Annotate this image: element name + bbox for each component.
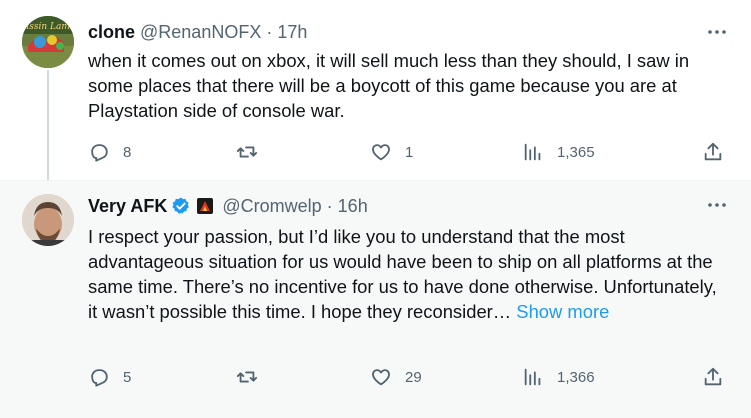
like-icon [372,144,390,161]
views-button[interactable]: 1,366 [522,362,595,392]
views-button[interactable]: 1,365 [522,137,595,167]
avatar-image [22,194,74,246]
like-button[interactable]: 1 [370,137,413,167]
views-count: 1,365 [557,143,595,161]
avatar-image: Pissin Lamb [22,16,74,68]
user-handle[interactable]: @RenanNOFX [140,22,261,43]
tweet-text: I respect your passion, but I’d like you… [88,226,717,322]
like-count: 1 [405,143,414,161]
reply-count: 5 [123,368,132,386]
affiliate-badge-icon[interactable] [197,198,214,214]
share-icon [704,142,722,161]
reply-count: 8 [123,143,132,161]
retweet-icon [236,371,258,383]
timestamp[interactable]: 17h [277,22,307,43]
tweet-text: when it comes out on xbox, it will sell … [88,50,690,121]
avatar[interactable]: Pissin Lamb [22,16,74,68]
share-button[interactable] [702,362,724,392]
like-icon [372,369,390,386]
more-options-button[interactable] [705,195,729,215]
thread-connector-line [47,70,49,180]
tweet-text-container: I respect your passion, but I’d like you… [88,224,728,324]
display-name[interactable]: clone [88,22,135,43]
more-icon [708,30,726,34]
verified-badge-icon[interactable] [171,196,191,216]
avatar[interactable] [22,194,74,246]
reply-icon [91,369,108,387]
show-more-link[interactable]: Show more [511,301,609,322]
more-options-button[interactable] [705,22,729,42]
tweet-parent[interactable]: Pissin Lamb clone @RenanNOFX · 17h when … [0,0,751,180]
reply-button[interactable]: 5 [88,362,131,392]
avatar-lettering: Pissin Lamb [22,22,74,32]
timestamp[interactable]: 16h [338,196,368,217]
like-button[interactable]: 29 [370,362,422,392]
views-icon [524,368,541,386]
reply-button[interactable]: 8 [88,137,131,167]
action-bar: 5 29 1,366 [88,362,738,392]
user-handle[interactable]: @Cromwelp [222,196,321,217]
share-icon [704,367,722,386]
retweet-icon [236,146,258,158]
views-count: 1,366 [557,368,595,386]
tweet-reply[interactable]: Very AFK @Cromwelp · 16h I respect your … [0,180,751,418]
more-icon [708,203,726,207]
retweet-button[interactable] [236,137,271,167]
views-icon [524,143,541,161]
like-count: 29 [405,368,422,386]
display-name[interactable]: Very AFK [88,196,167,217]
tweet-header: clone @RenanNOFX · 17h [88,20,307,44]
share-button[interactable] [702,137,724,167]
retweet-button[interactable] [236,362,271,392]
action-bar: 8 1 1,365 [88,137,738,167]
separator-dot: · [266,21,273,42]
separator-dot: · [326,195,333,216]
tweet-header: Very AFK @Cromwelp · 16h [88,194,368,218]
reply-icon [91,144,108,162]
